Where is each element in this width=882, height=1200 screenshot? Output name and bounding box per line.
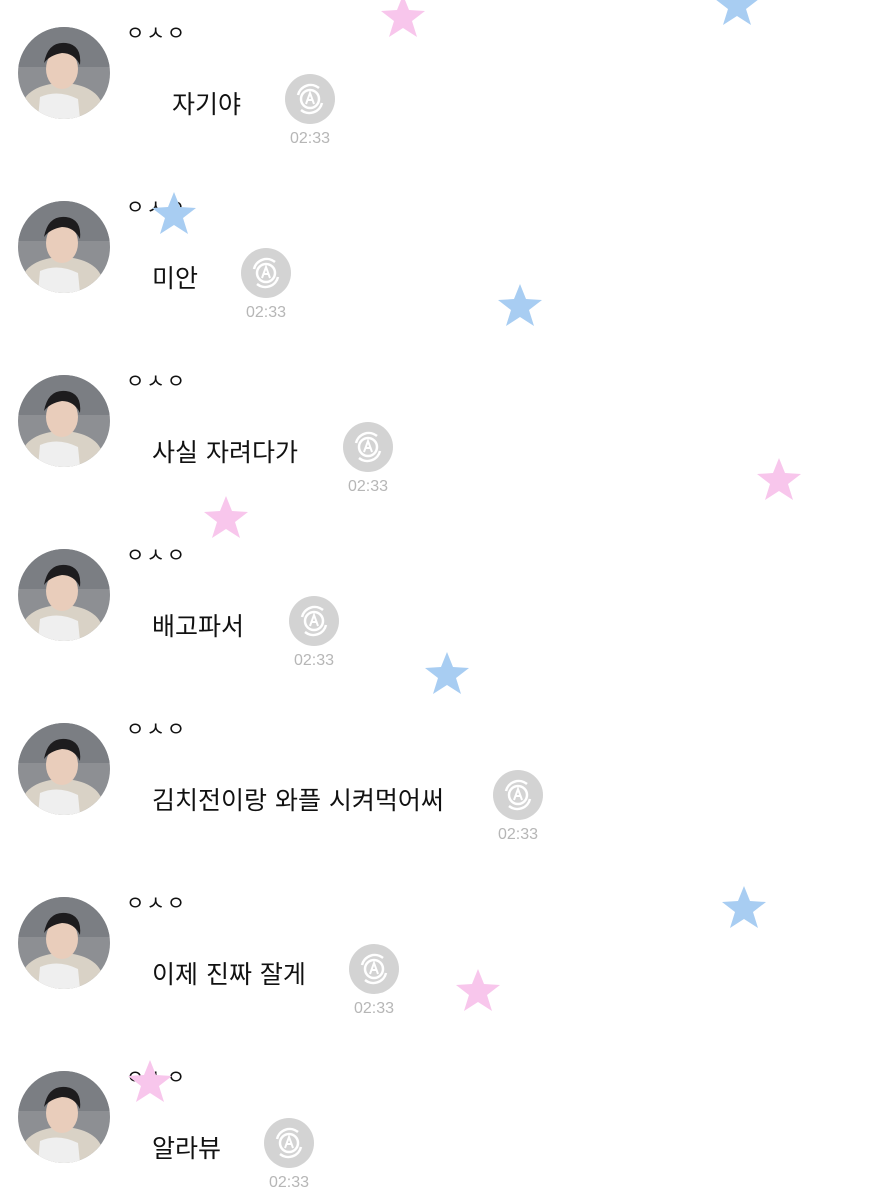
message-text: 자기야 [172, 90, 242, 119]
message-text: 사실 자려다가 [152, 438, 298, 467]
avatar[interactable] [18, 897, 110, 989]
message-text: 이제 진짜 잘게 [152, 960, 306, 989]
sender-name: ㅇㅅㅇ [126, 543, 188, 567]
pink-star-icon [757, 458, 801, 500]
message-row: ㅇㅅㅇ 자기야 02:33 [0, 0, 882, 174]
message-text: 김치전이랑 와플 시켜먹어써 [152, 786, 444, 815]
avatar-image [18, 1071, 110, 1163]
translate-icon[interactable] [285, 74, 335, 124]
message-text: 배고파서 [152, 612, 245, 641]
message-time: 02:33 [268, 1174, 310, 1191]
blue-star-icon [722, 886, 766, 928]
message-meta: 02:33 [260, 1118, 318, 1200]
message-time: 02:33 [245, 304, 287, 321]
avatar-image [18, 723, 110, 815]
message-row: ㅇㅅㅇ 미안 02:33 [0, 174, 882, 348]
avatar[interactable] [18, 375, 110, 467]
blue-star-icon [716, 0, 758, 25]
avatar-image [18, 375, 110, 467]
avatar[interactable] [18, 549, 110, 641]
message-meta: 02:33 [281, 74, 339, 164]
translate-icon[interactable] [349, 944, 399, 994]
translate-icon[interactable] [343, 422, 393, 472]
chat-screen: ㅇㅅㅇ 자기야 02:33 ㅇㅅㅇ 미안 02:33 ㅇㅅㅇ 사실 자려다가 0… [0, 0, 882, 1200]
message-time: 02:33 [353, 1000, 395, 1017]
translate-icon[interactable] [241, 248, 291, 298]
avatar-image [18, 201, 110, 293]
message-meta: 02:33 [345, 944, 403, 1034]
avatar-image [18, 897, 110, 989]
message-row: ㅇㅅㅇ 김치전이랑 와플 시켜먹어써 02:33 [0, 696, 882, 870]
message-time: 02:33 [289, 130, 331, 147]
avatar-image [18, 549, 110, 641]
message-meta: 02:33 [339, 422, 397, 512]
pink-star-icon [204, 496, 248, 538]
pink-star-icon [128, 1060, 172, 1102]
sender-name: ㅇㅅㅇ [126, 717, 188, 741]
sender-name: ㅇㅅㅇ [126, 891, 188, 915]
message-text: 미안 [152, 264, 199, 293]
message-meta: 02:33 [285, 596, 343, 686]
blue-star-icon [498, 284, 542, 326]
translate-icon[interactable] [289, 596, 339, 646]
avatar[interactable] [18, 201, 110, 293]
avatar[interactable] [18, 723, 110, 815]
message-meta: 02:33 [237, 248, 295, 338]
avatar-image [18, 27, 110, 119]
translate-icon[interactable] [264, 1118, 314, 1168]
translate-icon[interactable] [493, 770, 543, 820]
message-row: ㅇㅅㅇ 사실 자려다가 02:33 [0, 348, 882, 522]
pink-star-icon [381, 0, 425, 37]
message-time: 02:33 [347, 478, 389, 495]
blue-star-icon [425, 652, 469, 694]
pink-star-icon [456, 969, 500, 1011]
message-time: 02:33 [497, 826, 539, 843]
blue-star-icon [152, 192, 196, 234]
avatar[interactable] [18, 1071, 110, 1163]
sender-name: ㅇㅅㅇ [126, 369, 188, 393]
message-meta: 02:33 [489, 770, 547, 860]
message-text: 알라뷰 [152, 1134, 222, 1163]
avatar[interactable] [18, 27, 110, 119]
message-time: 02:33 [293, 652, 335, 669]
sender-name: ㅇㅅㅇ [126, 21, 188, 45]
